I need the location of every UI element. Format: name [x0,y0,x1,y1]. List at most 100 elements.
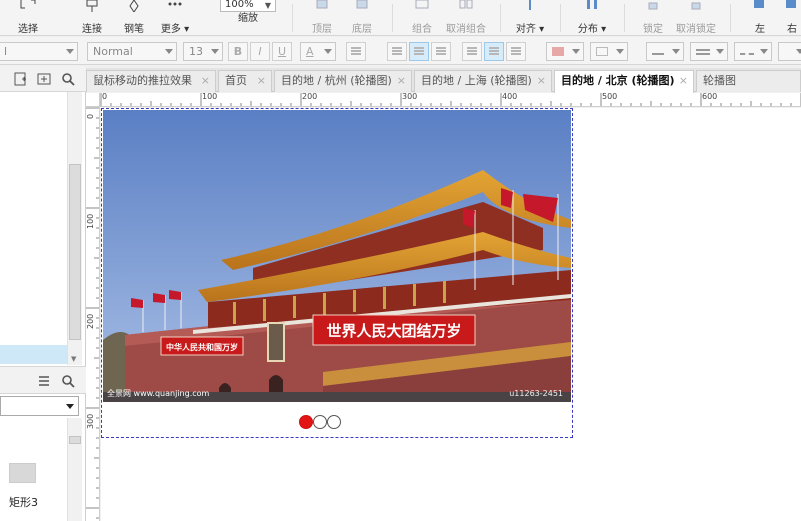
font-style-select[interactable]: Normal [87,42,177,61]
valign-bottom-button[interactable] [506,42,526,61]
ruler-corner [86,93,100,107]
carousel-indicator-dots [299,415,341,429]
close-icon[interactable]: × [257,71,266,91]
italic-button[interactable]: I [250,42,270,61]
indicator-dot-2[interactable] [313,415,327,429]
lock-button[interactable]: 锁定 [636,0,670,36]
close-icon[interactable]: × [397,71,406,91]
connect-label: 连接 [82,24,102,35]
carousel-image-tiananmen[interactable]: 世界人民大团结万岁 中华人民共和国万岁 全景网 www.quanjing.com… [103,110,571,402]
main-toolbar: 选择 连接 钢笔 更多 ▾ 100% ▼ 缩放 顶层 底层 组合 取消组合 对齐… [0,0,801,36]
watermark-right: u11263-2451 [509,389,563,398]
bold-button[interactable]: B [228,42,248,61]
chevron-down-icon [324,49,332,54]
fill-color-select[interactable] [546,42,584,61]
tab-hangzhou[interactable]: 目的地 / 杭州 (轮播图) × [274,70,412,92]
pages-scrollbar[interactable]: ▼ [67,92,82,365]
align-button[interactable]: 对齐 ▾ [510,0,550,36]
widget-library-select[interactable] [0,396,79,416]
select-icon [20,0,36,9]
search-icon[interactable] [61,374,75,388]
tab-label: 轮播图 [703,74,736,87]
bring-front-button[interactable]: 顶层 [304,0,340,36]
tab-home[interactable]: 首页 × [218,70,272,92]
valign-top-button[interactable] [462,42,482,61]
chevron-down-icon [572,49,580,54]
tab-hover-push-effect[interactable]: 鼠标移动的推拉效果 × [86,70,216,92]
widgets-scrollbar[interactable] [67,418,82,521]
distribute-icon [587,0,597,9]
align-right-button[interactable]: 右 [782,0,801,36]
tab-label: 目的地 / 杭州 (轮播图) [281,74,392,87]
more-label: 更多 ▾ [160,24,190,35]
ungroup-button[interactable]: 取消组合 [444,0,488,36]
font-color-select[interactable]: A [300,42,336,61]
tab-carousel[interactable]: 轮播图 [696,70,801,92]
menu-icon[interactable] [37,374,51,388]
zoom-button[interactable]: 缩放 [228,0,268,36]
font-size-select[interactable]: 13 [183,42,223,61]
ruler-label: 100 [202,93,218,101]
editor-app: 选择 连接 钢笔 更多 ▾ 100% ▼ 缩放 顶层 底层 组合 取消组合 对齐… [0,0,801,521]
tab-beijing[interactable]: 目的地 / 北京 (轮播图) × [554,70,694,93]
more-button[interactable]: 更多 ▾ [156,0,194,36]
valign-top-icon [467,47,477,55]
send-back-icon [356,0,368,9]
tab-shanghai[interactable]: 目的地 / 上海 (轮播图) × [414,70,552,92]
close-icon[interactable]: × [537,71,546,91]
arrow-style-select[interactable] [778,42,801,61]
underline-button[interactable]: U [272,42,292,61]
select-button[interactable]: 选择 [8,0,48,36]
shadow-select[interactable] [590,42,628,61]
line-width-select[interactable] [690,42,728,61]
pages-panel-header [0,66,86,92]
connect-button[interactable]: 连接 [74,0,110,36]
right-icon [786,0,796,8]
valign-bottom-icon [511,47,521,55]
scroll-thumb[interactable] [69,436,81,444]
valign-middle-button[interactable] [484,42,504,61]
distribute-button[interactable]: 分布 ▾ [572,0,612,36]
unlock-button[interactable]: 取消锁定 [674,0,718,36]
line-style-select[interactable] [734,42,772,61]
carousel-dynamic-panel[interactable]: 世界人民大团结万岁 中华人民共和国万岁 全景网 www.quanjing.com… [101,108,573,438]
add-folder-icon[interactable] [37,72,51,86]
align-label: 对齐 ▾ [515,24,545,35]
rectangle-widget[interactable] [9,463,36,483]
line-color-icon [652,53,664,55]
pen-button[interactable]: 钢笔 [116,0,152,36]
tab-label: 目的地 / 北京 (轮播图) [561,74,675,87]
align-left-label: 左 [755,24,765,35]
scroll-thumb[interactable] [69,164,81,340]
scroll-down-icon[interactable]: ▼ [71,355,76,363]
tab-label: 首页 [225,74,247,87]
distribute-label: 分布 ▾ [577,24,607,35]
rectangle-widget-label: 矩形3 [9,496,38,509]
send-back-button[interactable]: 底层 [344,0,380,36]
shadow-icon [596,47,608,56]
align-left-button[interactable]: 左 [748,0,772,36]
toolbar-divider [500,4,501,32]
align-text-right-button[interactable] [431,42,451,61]
font-family-select[interactable]: l [0,42,78,61]
font-color-glyph: A [306,45,314,58]
chevron-down-icon [796,49,801,54]
tiananmen-photo: 世界人民大团结万岁 中华人民共和国万岁 全景网 www.quanjing.com… [103,110,571,402]
align-text-left-button[interactable] [387,42,407,61]
bullet-list-button[interactable] [346,42,366,61]
search-icon[interactable] [61,72,75,86]
selected-page-row[interactable] [0,345,67,364]
indicator-dot-3[interactable] [327,415,341,429]
left-icon [754,0,764,8]
pen-label: 钢笔 [124,24,144,35]
group-button[interactable]: 组合 [404,0,440,36]
close-icon[interactable]: × [201,71,210,91]
add-page-icon[interactable] [14,72,28,86]
ruler-label: 300 [402,93,418,101]
close-icon[interactable]: × [679,71,688,91]
align-text-center-button[interactable] [409,42,429,61]
design-canvas[interactable]: 世界人民大团结万岁 中华人民共和国万岁 全景网 www.quanjing.com… [101,108,801,521]
font-size-value: 13 [189,45,203,58]
indicator-dot-1[interactable] [299,415,313,429]
line-color-select[interactable] [646,42,684,61]
